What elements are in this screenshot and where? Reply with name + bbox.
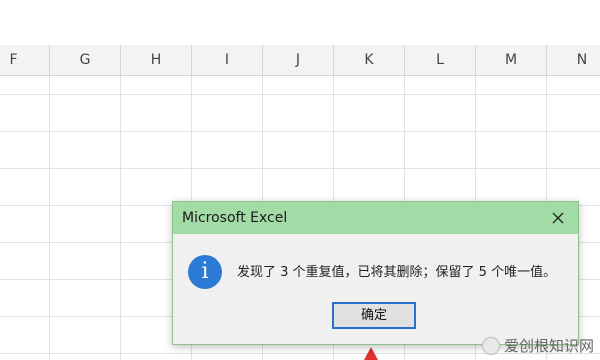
column-header-row: F G H I J K L M N [0,45,600,76]
close-button[interactable] [538,202,578,234]
info-icon: i [188,255,222,289]
column-label-k: K [364,52,374,68]
close-icon [552,212,564,224]
watermark: 爱创根知识网 [481,335,594,356]
column-header-n[interactable]: N [547,45,600,75]
watermark-text: 爱创根知识网 [503,337,594,355]
ok-button[interactable]: 确定 [332,302,416,329]
red-arrow-pointer [364,347,378,360]
column-label-f: F [9,52,18,68]
column-label-h: H [150,52,162,68]
column-header-h[interactable]: H [121,45,192,75]
column-label-g: G [79,52,91,68]
excel-message-dialog: Microsoft Excel i 发现了 3 个重复值，已将其删除；保留了 5… [172,201,579,345]
column-label-j: J [295,52,301,68]
column-header-k[interactable]: K [334,45,405,75]
grid-line [0,131,600,132]
column-label-i: I [224,52,230,68]
column-header-i[interactable]: I [192,45,263,75]
column-label-l: L [436,52,444,68]
ribbon-area [0,0,600,46]
column-label-m: M [504,52,518,68]
grid-line [120,76,121,360]
column-header-g[interactable]: G [50,45,121,75]
column-header-m[interactable]: M [476,45,547,75]
column-label-n: N [576,52,588,68]
dialog-title: Microsoft Excel [182,210,288,226]
grid-line [0,168,600,169]
dialog-title-bar[interactable]: Microsoft Excel [173,202,578,234]
watermark-logo-icon [481,336,500,355]
column-header-l[interactable]: L [405,45,476,75]
column-header-j[interactable]: J [263,45,334,75]
grid-line [0,94,600,95]
column-header-f[interactable]: F [0,45,50,75]
grid-line [49,76,50,360]
dialog-message: 发现了 3 个重复值，已将其删除；保留了 5 个唯一值。 [237,265,557,280]
